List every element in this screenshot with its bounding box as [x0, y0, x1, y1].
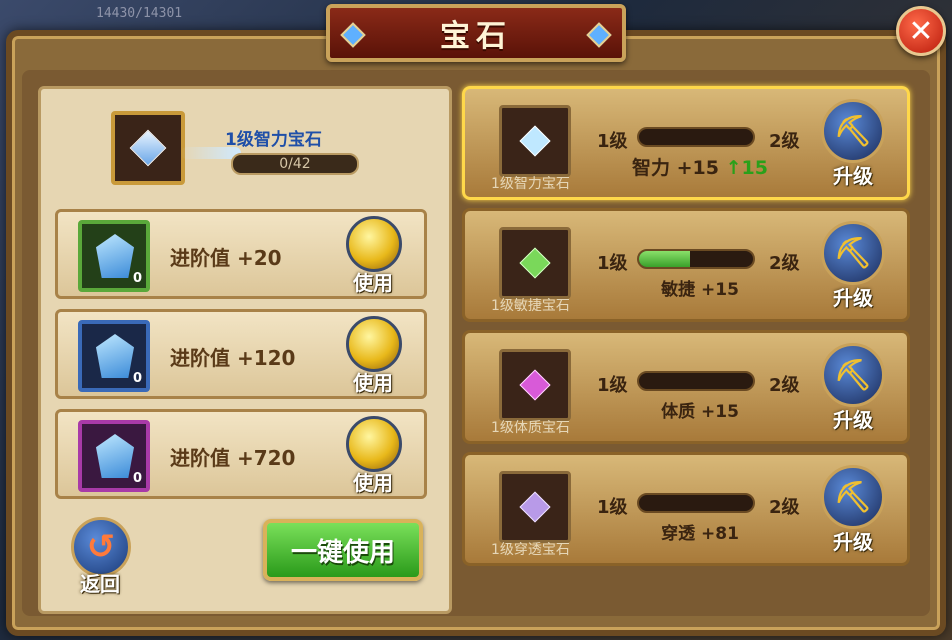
stat-text: 体质 +15 [661, 402, 739, 422]
back-button[interactable]: ↺ 返回 [65, 517, 135, 597]
crystal-icon [96, 434, 134, 478]
gem-slot [499, 349, 571, 421]
dialog-title: 宝石 [440, 19, 512, 54]
gem-icon [129, 129, 167, 167]
material-count: 0 [132, 371, 142, 386]
level-progress-fill [639, 251, 691, 267]
material-label: 进阶值 +720 [170, 446, 296, 470]
gem-row[interactable]: 1级智力宝石 1级 2级 智力 +15 ↑15 ⛏ 升级 [462, 86, 910, 200]
use-label: 使用 [353, 271, 393, 295]
gem-icon [519, 369, 551, 401]
material-row: 0 进阶值 +20 使用 [55, 209, 427, 299]
gem-stat: 智力 +15 ↑15 [625, 153, 775, 180]
upgrade-button[interactable]: ⛏ 升级 [815, 221, 891, 311]
gem-icon [519, 491, 551, 523]
background-text: 14430/14301 [96, 6, 183, 21]
current-gem-name: 1级智力宝石 [225, 130, 322, 150]
upgrade-label: 升级 [833, 286, 873, 310]
level-progress-bar [637, 127, 755, 147]
level-from: 1级 [597, 497, 628, 518]
crystal-icon [96, 234, 134, 278]
gem-stat: 体质 +15 [625, 397, 775, 422]
gold-orb-icon [346, 216, 402, 272]
use-button[interactable]: 使用 [338, 216, 408, 296]
gem-row[interactable]: 1级敏捷宝石 1级 2级 敏捷 +15 ⛏ 升级 [462, 208, 910, 322]
upgrade-label: 升级 [833, 408, 873, 432]
current-gem-slot [111, 111, 185, 185]
close-button[interactable]: ✕ [896, 6, 946, 56]
gem-name: 1级穿透宝石 [491, 542, 570, 558]
level-progress-bar [637, 493, 755, 513]
gem-stat: 敏捷 +15 [625, 275, 775, 300]
material-count: 0 [132, 271, 142, 286]
upgrade-button[interactable]: ⛏ 升级 [815, 465, 891, 555]
use-button[interactable]: 使用 [338, 416, 408, 496]
upgrade-label: 升级 [833, 164, 873, 188]
gem-icon [519, 125, 551, 157]
gem-icon [519, 247, 551, 279]
use-label: 使用 [353, 471, 393, 495]
material-slot[interactable]: 0 [78, 220, 150, 292]
material-row: 0 进阶值 +120 使用 [55, 309, 427, 399]
material-row: 0 进阶值 +720 使用 [55, 409, 427, 499]
level-progress-bar [637, 371, 755, 391]
upgrade-label: 升级 [833, 530, 873, 554]
level-to: 2级 [769, 497, 800, 518]
current-gem-progress: 0/42 [231, 153, 359, 175]
material-label: 进阶值 +120 [170, 346, 296, 370]
close-icon: ✕ [908, 13, 934, 49]
material-slot[interactable]: 0 [78, 320, 150, 392]
gem-row[interactable]: 1级体质宝石 1级 2级 体质 +15 ⛏ 升级 [462, 330, 910, 444]
use-label: 使用 [353, 371, 393, 395]
stat-up-value: 15 [741, 157, 768, 179]
drill-icon: ⛏ [821, 99, 885, 163]
stat-up-arrow-icon: ↑ [725, 157, 742, 179]
dialog-title-plate: 宝石 [326, 4, 626, 62]
level-to: 2级 [769, 375, 800, 396]
gold-orb-icon [346, 416, 402, 472]
gem-upgrade-list: 1级智力宝石 1级 2级 智力 +15 ↑15 ⛏ 升级 1级敏捷宝石 1级 2… [462, 86, 910, 614]
progress-text: 0/42 [279, 156, 311, 172]
crystal-icon [96, 334, 134, 378]
material-label: 进阶值 +20 [170, 246, 282, 270]
gem-feed-panel: 1级智力宝石 0/42 0 进阶值 +20 使用 0 进阶值 +120 使用 0… [38, 86, 452, 614]
gem-name: 1级敏捷宝石 [491, 298, 570, 314]
gem-row[interactable]: 1级穿透宝石 1级 2级 穿透 +81 ⛏ 升级 [462, 452, 910, 566]
level-from: 1级 [597, 131, 628, 152]
material-slot[interactable]: 0 [78, 420, 150, 492]
material-count: 0 [132, 471, 142, 486]
stat-text: 穿透 +81 [661, 524, 739, 544]
upgrade-button[interactable]: ⛏ 升级 [815, 343, 891, 433]
gem-name: 1级体质宝石 [491, 420, 570, 436]
gem-name: 1级智力宝石 [491, 176, 570, 192]
gem-stat: 穿透 +81 [625, 519, 775, 544]
use-button[interactable]: 使用 [338, 316, 408, 396]
gem-slot [499, 105, 571, 177]
drill-icon: ⛏ [821, 343, 885, 407]
drill-icon: ⛏ [821, 465, 885, 529]
gold-orb-icon [346, 316, 402, 372]
gem-slot [499, 471, 571, 543]
gem-slot [499, 227, 571, 299]
level-from: 1级 [597, 375, 628, 396]
back-label: 返回 [80, 572, 120, 596]
stat-text: 敏捷 +15 [661, 280, 739, 300]
level-to: 2级 [769, 253, 800, 274]
level-progress-bar [637, 249, 755, 269]
material-list: 0 进阶值 +20 使用 0 进阶值 +120 使用 0 进阶值 +720 使用 [55, 209, 427, 509]
one-key-use-button[interactable]: 一键使用 [263, 519, 423, 581]
stat-text: 智力 +15 [632, 157, 719, 179]
drill-icon: ⛏ [821, 221, 885, 285]
level-to: 2级 [769, 131, 800, 152]
upgrade-button[interactable]: ⛏ 升级 [815, 99, 891, 189]
level-from: 1级 [597, 253, 628, 274]
